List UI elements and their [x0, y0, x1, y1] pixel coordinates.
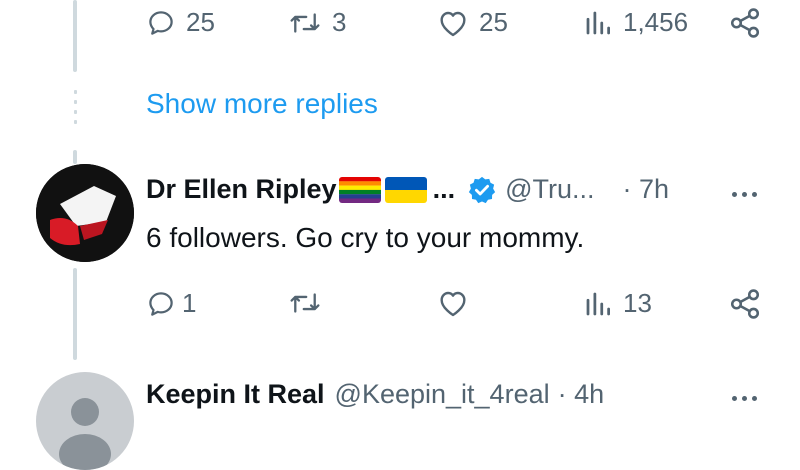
avatar-image: [36, 164, 134, 262]
reply-button[interactable]: 1: [146, 288, 196, 319]
repost-count: 3: [332, 7, 347, 37]
views-count: 1,456: [623, 7, 689, 37]
share-icon: [730, 8, 760, 38]
repost-icon: [290, 293, 320, 313]
avatar[interactable]: [36, 164, 134, 262]
reply2-header: Keepin It Real @Keepin_it_4real · 4h: [146, 379, 604, 410]
repost-icon: [290, 12, 320, 33]
ukraine-flag-icon: [384, 176, 427, 203]
more-icon-dot: [752, 192, 757, 197]
thread-dot: [74, 100, 77, 104]
more-icon: [732, 396, 737, 401]
like-icon: [440, 291, 466, 317]
more-icon-dot: [752, 396, 757, 401]
user-handle[interactable]: @Keepin_it_4real: [335, 379, 550, 410]
reply-count: 25: [186, 7, 215, 37]
thread-dot: [74, 110, 77, 114]
like-button[interactable]: [437, 288, 469, 318]
more-icon-dot: [742, 192, 747, 197]
reply-button[interactable]: 25: [146, 7, 215, 38]
reply1-header: Dr Ellen Ripley ... @Tru... · 7h: [146, 174, 669, 205]
reply-count: 1: [182, 288, 197, 318]
name-ellipsis: ...: [432, 174, 456, 204]
like-count: 25: [479, 7, 508, 37]
show-more-replies-link[interactable]: Show more replies: [146, 88, 378, 120]
display-name[interactable]: Dr Ellen Ripley: [146, 174, 337, 205]
repost-button[interactable]: 3: [288, 7, 346, 38]
views-icon: [586, 11, 610, 34]
views-icon: [586, 292, 610, 315]
user-handle[interactable]: @Tru...: [505, 174, 594, 205]
pride-flag-icon: [338, 176, 381, 203]
more-button[interactable]: [732, 192, 757, 197]
tweet-text: 6 followers. Go cry to your mommy.: [146, 222, 585, 253]
more-button[interactable]: [732, 396, 757, 401]
reply-icon: [149, 291, 173, 316]
default-avatar-icon: [59, 398, 111, 470]
thread-dot: [74, 90, 77, 94]
more-icon: [732, 192, 737, 197]
more-icon-dot: [742, 396, 747, 401]
share-button[interactable]: [728, 6, 762, 40]
views-button[interactable]: 13: [583, 288, 652, 319]
share-button[interactable]: [728, 287, 762, 321]
thread-line-top: [73, 0, 77, 72]
reply-icon: [149, 10, 173, 35]
verified-icon: [468, 176, 496, 203]
timestamp[interactable]: · 4h: [558, 379, 605, 410]
like-button[interactable]: 25: [437, 7, 508, 38]
like-icon: [440, 11, 466, 36]
views-count: 13: [623, 288, 652, 318]
repost-button[interactable]: [288, 288, 322, 318]
thread-line-reply1: [73, 268, 77, 360]
thread-line-mid: [73, 150, 77, 164]
display-name[interactable]: Keepin It Real: [146, 379, 325, 410]
thread-dot: [74, 120, 77, 124]
share-icon: [730, 289, 760, 319]
avatar[interactable]: [36, 372, 134, 470]
views-button[interactable]: 1,456: [583, 7, 688, 38]
timestamp[interactable]: · 7h: [623, 174, 670, 205]
